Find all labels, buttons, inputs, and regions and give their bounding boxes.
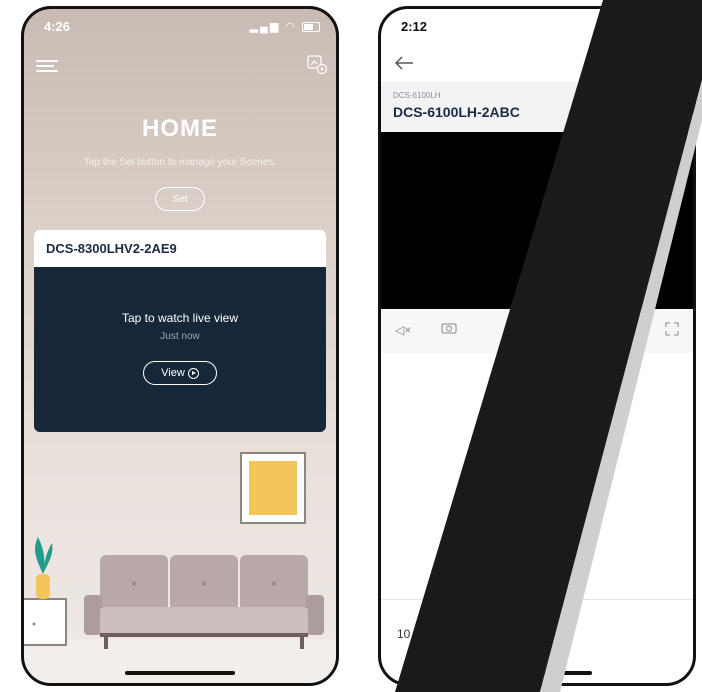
snapshot-camera-icon[interactable] (441, 322, 457, 334)
set-button[interactable]: Set (155, 187, 205, 211)
svg-text:×: × (131, 579, 137, 590)
living-room-illustration: × × × (24, 452, 336, 683)
device-header: DCS-6100LH DCS-6100LH-2ABC (381, 82, 693, 132)
last-seen-text: Just now (160, 331, 200, 342)
watch-live-text: Tap to watch live view (121, 311, 239, 325)
video-controls: ◁× (381, 309, 693, 353)
home-indicator (482, 671, 592, 675)
camera-name: DCS-8300LHV2-2AE9 (34, 230, 326, 267)
back-arrow-icon[interactable] (393, 55, 415, 71)
divider (381, 599, 693, 600)
device-name: DCS-6100LH-2ABC (393, 104, 520, 120)
status-bar: 2:12 (381, 9, 693, 43)
device-model: DCS-6100LH (393, 91, 441, 100)
phone-live-view-screen: 2:12 DCS-6100LH DCS-6100LH-2ABC ◁× 10 (378, 6, 696, 686)
mute-icon[interactable]: ◁× (395, 323, 411, 337)
live-video-area[interactable] (381, 132, 693, 309)
fullscreen-icon[interactable] (665, 322, 679, 336)
svg-text:×: × (271, 579, 277, 590)
phone-home-screen: 4:26 ▂▄▆ ◠ HOME Tap the Set button to ma… (21, 6, 339, 686)
scene-settings-icon[interactable] (306, 53, 328, 75)
live-view-preview[interactable]: Tap to watch live view Just now View (34, 267, 326, 432)
page-subtitle: Tap the Set button to manage your Scenes… (83, 157, 277, 168)
status-time: 2:12 (401, 19, 428, 34)
page-title: HOME (142, 115, 218, 142)
status-time: 4:26 (44, 19, 71, 34)
svg-text:×: × (201, 579, 207, 590)
play-icon (187, 367, 199, 379)
status-icons: ▂▄▆ ◠ (250, 20, 320, 33)
view-label: View (161, 367, 185, 379)
date-fragment: 10 (397, 627, 411, 641)
status-bar: 4:26 ▂▄▆ ◠ (24, 9, 336, 43)
home-indicator (125, 671, 235, 675)
battery-icon (302, 22, 320, 33)
menu-icon[interactable] (36, 57, 58, 73)
view-button[interactable]: View (143, 361, 217, 385)
camera-card[interactable]: DCS-8300LHV2-2AE9 Tap to watch live view… (34, 230, 326, 432)
